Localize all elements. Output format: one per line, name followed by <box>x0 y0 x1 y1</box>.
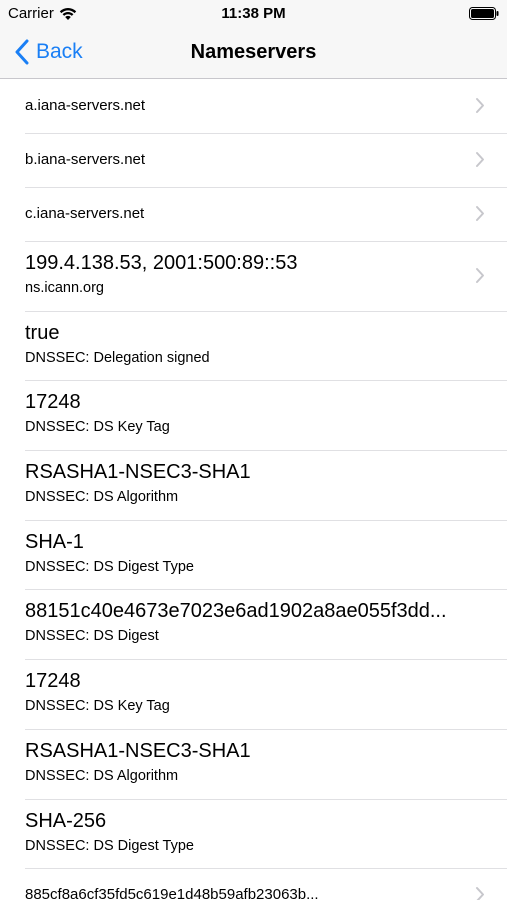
list-item-value: 17248 <box>25 670 81 693</box>
nameserver-list: a.iana-servers.net b.iana-servers.net c.ia… <box>0 79 507 900</box>
list-item-value: 199.4.138.53, 2001:500:89::53 <box>25 252 298 274</box>
list-item-subtitle: DNSSEC: DS Digest <box>25 628 159 645</box>
list-item-subtitle: DNSSEC: DS Algorithm <box>25 767 179 784</box>
list-item-value: c.iana-servers.net <box>25 205 145 222</box>
list-item: SHA-256 DNSSEC: DS Digest Type <box>0 799 507 870</box>
status-time: 11:38 PM <box>221 5 286 22</box>
chevron-right-icon <box>476 152 484 167</box>
list-item-value: 885cf8a6cf35fd5c619e1d48b59afb23063b... <box>25 886 319 900</box>
list-item: 17248 DNSSEC: DS Key Tag <box>0 380 507 452</box>
screen: Carrier 11:38 PM Back Nameservers a.iana… <box>0 0 507 900</box>
status-bar: Carrier 11:38 PM <box>0 0 507 28</box>
list-item-subtitle: DNSSEC: DS Algorithm <box>25 489 179 506</box>
list-item-value: true <box>25 321 60 344</box>
list-item[interactable]: c.iana-servers.net <box>0 187 507 242</box>
chevron-right-icon <box>476 98 484 113</box>
page-title: Nameservers <box>190 41 317 63</box>
chevron-right-icon <box>476 268 484 283</box>
list-item[interactable]: 885cf8a6cf35fd5c619e1d48b59afb23063b... <box>0 868 507 900</box>
list-item-value: 88151c40e4673e7023e6ad1902a8ae055f3dd... <box>25 600 447 623</box>
list-item[interactable]: 199.4.138.53, 2001:500:89::53ns.icann.or… <box>0 241 507 312</box>
list-item: 17248 DNSSEC: DS Key Tag <box>0 659 507 730</box>
list-item: RSASHA1-NSEC3-SHA1 DNSSEC: DS Algorithm <box>0 729 507 800</box>
chevron-right-icon <box>476 887 484 900</box>
list-item: SHA-1 DNSSEC: DS Digest Type <box>0 520 507 591</box>
list-item-subtitle: DNSSEC: Delegation signed <box>25 349 210 366</box>
list-item: RSASHA1-NSEC3-SHA1 DNSSEC: DS Algorithm <box>0 450 507 521</box>
list-item-value: RSASHA1-NSEC3-SHA1 <box>25 739 251 762</box>
list-item-subtitle: DNSSEC: DS Key Tag <box>25 698 170 715</box>
list-item-value: SHA-256 <box>25 809 107 832</box>
list-item-value: b.iana-servers.net <box>25 151 146 168</box>
list-item-subtitle: DNSSEC: DS Digest Type <box>25 558 194 575</box>
list-item-value: SHA-1 <box>25 530 84 553</box>
list-item: 88151c40e4673e7023e6ad1902a8ae055f3dd...… <box>0 589 507 661</box>
list-item[interactable]: a.iana-servers.net <box>0 79 507 134</box>
battery-icon <box>469 7 499 20</box>
list-item-subtitle: DNSSEC: DS Digest Type <box>25 837 194 854</box>
chevron-right-icon <box>476 206 484 221</box>
list-item[interactable]: b.iana-servers.net <box>0 133 507 188</box>
navigation-bar: Back Nameservers <box>0 28 507 79</box>
list-item-value: RSASHA1-NSEC3-SHA1 <box>25 461 251 484</box>
list-item-subtitle: ns.icann.org <box>25 280 104 296</box>
list-item-subtitle: DNSSEC: DS Key Tag <box>25 419 170 436</box>
list-item: true DNSSEC: Delegation signed <box>0 311 507 382</box>
list-item-value: a.iana-servers.net <box>25 97 146 114</box>
list-item-value: 17248 <box>25 391 81 414</box>
